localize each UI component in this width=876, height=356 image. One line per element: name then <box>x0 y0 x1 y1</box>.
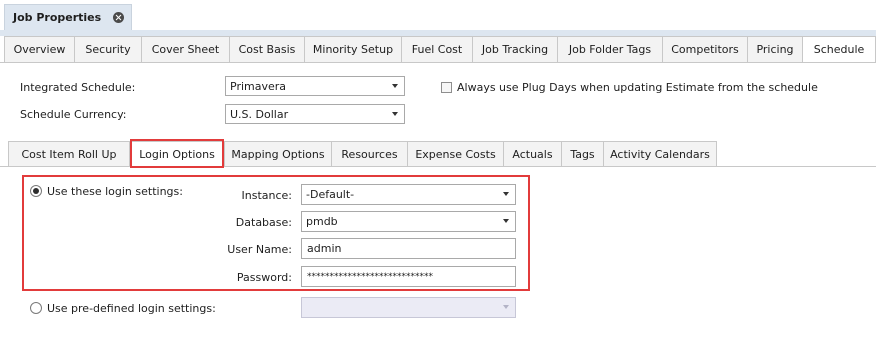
tab-pricing[interactable]: Pricing <box>747 36 802 63</box>
chevron-down-icon <box>503 305 509 309</box>
password-label: Password: <box>236 271 292 284</box>
integrated-schedule-dropdown[interactable]: Primavera <box>225 76 405 96</box>
title-bar: Job Properties <box>0 0 876 30</box>
chevron-down-icon <box>503 219 509 223</box>
chevron-down-icon <box>392 84 398 88</box>
tab-fuel-cost[interactable]: Fuel Cost <box>401 36 472 63</box>
integrated-schedule-label: Integrated Schedule: <box>20 81 136 94</box>
subtab-cost-item-roll-up[interactable]: Cost Item Roll Up <box>8 141 129 167</box>
use-these-login-label: Use these login settings: <box>47 185 183 198</box>
subtab-tags[interactable]: Tags <box>561 141 603 167</box>
subtab-actuals[interactable]: Actuals <box>503 141 561 167</box>
tabs-divider <box>0 62 876 63</box>
chevron-down-icon <box>392 112 398 116</box>
subtab-mapping-options[interactable]: Mapping Options <box>224 141 331 167</box>
tab-cover-sheet[interactable]: Cover Sheet <box>141 36 229 63</box>
database-dropdown[interactable]: pmdb <box>301 211 516 232</box>
database-label: Database: <box>235 216 292 229</box>
user-name-input[interactable]: admin <box>301 238 516 259</box>
chevron-down-icon <box>503 192 509 196</box>
document-tab[interactable]: Job Properties <box>4 4 132 30</box>
tab-job-tracking[interactable]: Job Tracking <box>472 36 557 63</box>
login-options-tab-highlight <box>130 139 224 168</box>
tab-overview[interactable]: Overview <box>4 36 74 63</box>
use-predefined-login-radio[interactable] <box>30 302 42 314</box>
use-predefined-login-label: Use pre-defined login settings: <box>47 302 216 315</box>
subtab-expense-costs[interactable]: Expense Costs <box>407 141 503 167</box>
use-these-login-radio[interactable] <box>30 185 42 197</box>
subtab-activity-calendars[interactable]: Activity Calendars <box>603 141 717 167</box>
schedule-currency-label: Schedule Currency: <box>20 108 127 121</box>
tab-security[interactable]: Security <box>74 36 141 63</box>
close-icon[interactable] <box>113 12 125 23</box>
tab-minority-setup[interactable]: Minority Setup <box>304 36 401 63</box>
document-tab-title: Job Properties <box>13 11 102 24</box>
instance-value: -Default- <box>306 188 355 201</box>
password-input[interactable]: **************************** <box>301 266 516 287</box>
tab-schedule[interactable]: Schedule <box>802 36 876 63</box>
tab-competitors[interactable]: Competitors <box>662 36 747 63</box>
instance-dropdown[interactable]: -Default- <box>301 184 516 205</box>
database-value: pmdb <box>306 215 338 228</box>
plug-days-label: Always use Plug Days when updating Estim… <box>457 81 818 94</box>
instance-label: Instance: <box>241 189 293 202</box>
main-tabs: Overview Security Cover Sheet Cost Basis… <box>4 36 876 63</box>
schedule-currency-value: U.S. Dollar <box>230 107 289 121</box>
tab-job-folder-tags[interactable]: Job Folder Tags <box>557 36 662 63</box>
user-name-label: User Name: <box>227 243 292 256</box>
integrated-schedule-value: Primavera <box>230 79 287 93</box>
predefined-login-dropdown[interactable] <box>301 297 516 318</box>
plug-days-checkbox[interactable] <box>441 82 452 93</box>
subtab-resources[interactable]: Resources <box>331 141 407 167</box>
schedule-currency-dropdown[interactable]: U.S. Dollar <box>225 104 405 124</box>
tab-cost-basis[interactable]: Cost Basis <box>229 36 304 63</box>
schedule-subtabs: Cost Item Roll Up Login Options Mapping … <box>8 141 717 167</box>
